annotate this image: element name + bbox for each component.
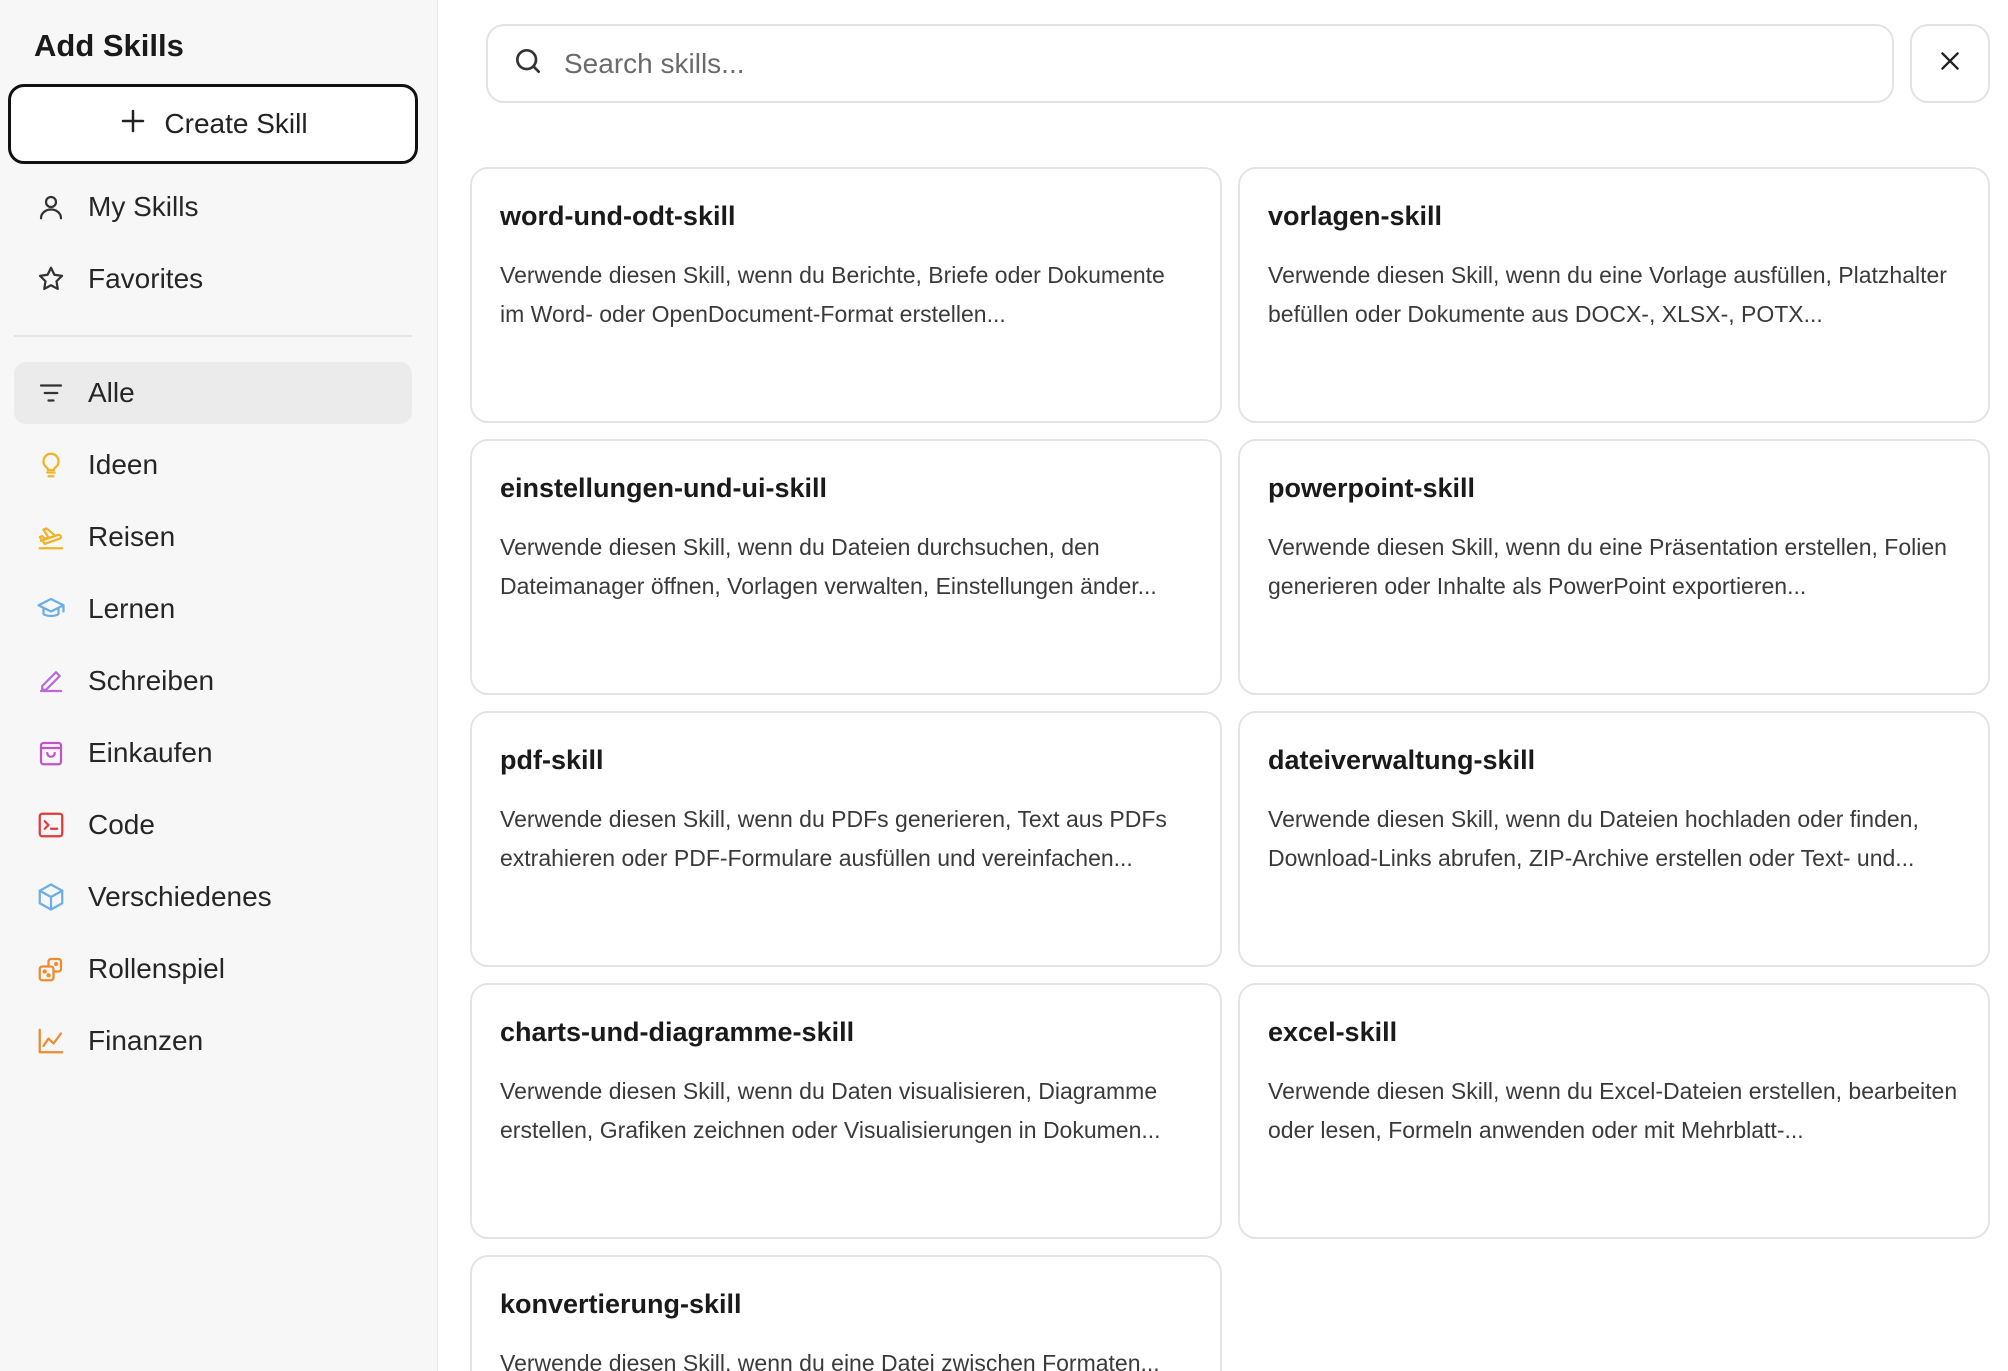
filter-icon	[34, 376, 68, 410]
search-bar[interactable]	[486, 24, 1894, 103]
skill-card[interactable]: dateiverwaltung-skill Verwende diesen Sk…	[1238, 711, 1990, 967]
box-icon	[34, 880, 68, 914]
sidebar-item-schreiben[interactable]: Schreiben	[14, 650, 412, 712]
skill-card[interactable]: konvertierung-skill Verwende diesen Skil…	[470, 1255, 1222, 1371]
sidebar-item-reisen[interactable]: Reisen	[14, 506, 412, 568]
sidebar-item-label: My Skills	[88, 191, 199, 222]
skill-card[interactable]: einstellungen-und-ui-skill Verwende dies…	[470, 439, 1222, 695]
sidebar-item-label: Rollenspiel	[88, 953, 225, 984]
lightbulb-icon	[34, 448, 68, 482]
skill-title: excel-skill	[1268, 1017, 1398, 1047]
skill-description: Verwende diesen Skill, wenn du PDFs gene…	[500, 806, 1167, 871]
sidebar-item-label: Einkaufen	[88, 737, 213, 768]
graduation-cap-icon	[34, 592, 68, 626]
sidebar-item-lernen[interactable]: Lernen	[14, 578, 412, 640]
skill-title: charts-und-diagramme-skill	[500, 1017, 855, 1047]
sidebar-item-label: Lernen	[88, 593, 176, 624]
pen-icon	[34, 664, 68, 698]
skill-title: einstellungen-und-ui-skill	[500, 473, 828, 503]
plane-icon	[34, 520, 68, 554]
sidebar-item-label: Ideen	[88, 449, 159, 480]
sidebar-item-label: Favorites	[88, 263, 204, 294]
sidebar: Add Skills Create Skill My Skills Favori…	[0, 0, 438, 1371]
dice-icon	[34, 952, 68, 986]
sidebar-item-alle[interactable]: Alle	[14, 362, 412, 424]
create-skill-label: Create Skill	[164, 108, 308, 139]
search-icon	[512, 45, 564, 82]
sidebar-divider	[14, 335, 412, 337]
sidebar-item-rollenspiel[interactable]: Rollenspiel	[14, 938, 412, 1000]
sidebar-item-code[interactable]: Code	[14, 794, 412, 856]
skill-card[interactable]: powerpoint-skill Verwende diesen Skill, …	[1238, 439, 1990, 695]
skill-description: Verwende diesen Skill, wenn du eine Date…	[500, 1350, 1160, 1371]
skill-card[interactable]: vorlagen-skill Verwende diesen Skill, we…	[1238, 167, 1990, 423]
skill-title: powerpoint-skill	[1268, 473, 1476, 503]
skill-title: vorlagen-skill	[1268, 201, 1443, 231]
sidebar-item-favorites[interactable]: Favorites	[14, 248, 412, 310]
skill-description: Verwende diesen Skill, wenn du eine Präs…	[1268, 534, 1947, 599]
sidebar-item-label: Verschiedenes	[88, 881, 272, 912]
sidebar-item-label: Finanzen	[88, 1025, 204, 1056]
sidebar-item-label: Code	[88, 809, 155, 840]
skill-description: Verwende diesen Skill, wenn du eine Vorl…	[1268, 262, 1947, 327]
skill-description: Verwende diesen Skill, wenn du Excel-Dat…	[1268, 1078, 1958, 1143]
sidebar-item-ideen[interactable]: Ideen	[14, 434, 412, 496]
close-button[interactable]	[1910, 24, 1990, 103]
chart-line-icon	[34, 1024, 68, 1058]
sidebar-item-label: Reisen	[88, 521, 176, 552]
search-input[interactable]	[564, 47, 1864, 80]
sidebar-item-label: Alle	[88, 377, 135, 408]
skill-card[interactable]: charts-und-diagramme-skill Verwende dies…	[470, 983, 1222, 1239]
sidebar-item-verschiedenes[interactable]: Verschiedenes	[14, 866, 412, 928]
skill-description: Verwende diesen Skill, wenn du Daten vis…	[500, 1078, 1161, 1143]
skill-title: word-und-odt-skill	[500, 201, 736, 231]
create-skill-button[interactable]: Create Skill	[8, 84, 418, 164]
skill-description: Verwende diesen Skill, wenn du Berichte,…	[500, 262, 1165, 327]
skill-description: Verwende diesen Skill, wenn du Dateien d…	[500, 534, 1157, 599]
sidebar-item-finanzen[interactable]: Finanzen	[14, 1010, 412, 1072]
skill-title: pdf-skill	[500, 745, 604, 775]
star-icon	[34, 262, 68, 296]
sidebar-item-my-skills[interactable]: My Skills	[14, 176, 412, 238]
sidebar-item-label: Schreiben	[88, 665, 215, 696]
skill-card[interactable]: excel-skill Verwende diesen Skill, wenn …	[1238, 983, 1990, 1239]
sidebar-item-einkaufen[interactable]: Einkaufen	[14, 722, 412, 784]
skill-card[interactable]: pdf-skill Verwende diesen Skill, wenn du…	[470, 711, 1222, 967]
close-icon	[1937, 48, 1963, 79]
skill-card[interactable]: word-und-odt-skill Verwende diesen Skill…	[470, 167, 1222, 423]
shopping-bag-icon	[34, 736, 68, 770]
skill-title: konvertierung-skill	[500, 1289, 742, 1319]
plus-icon	[118, 106, 148, 143]
user-icon	[34, 190, 68, 224]
add-skills-dialog: Add Skills Create Skill My Skills Favori…	[0, 0, 2008, 1371]
skill-description: Verwende diesen Skill, wenn du Dateien h…	[1268, 806, 1919, 871]
skill-title: dateiverwaltung-skill	[1268, 745, 1536, 775]
code-icon	[34, 808, 68, 842]
sidebar-title: Add Skills	[34, 28, 184, 63]
